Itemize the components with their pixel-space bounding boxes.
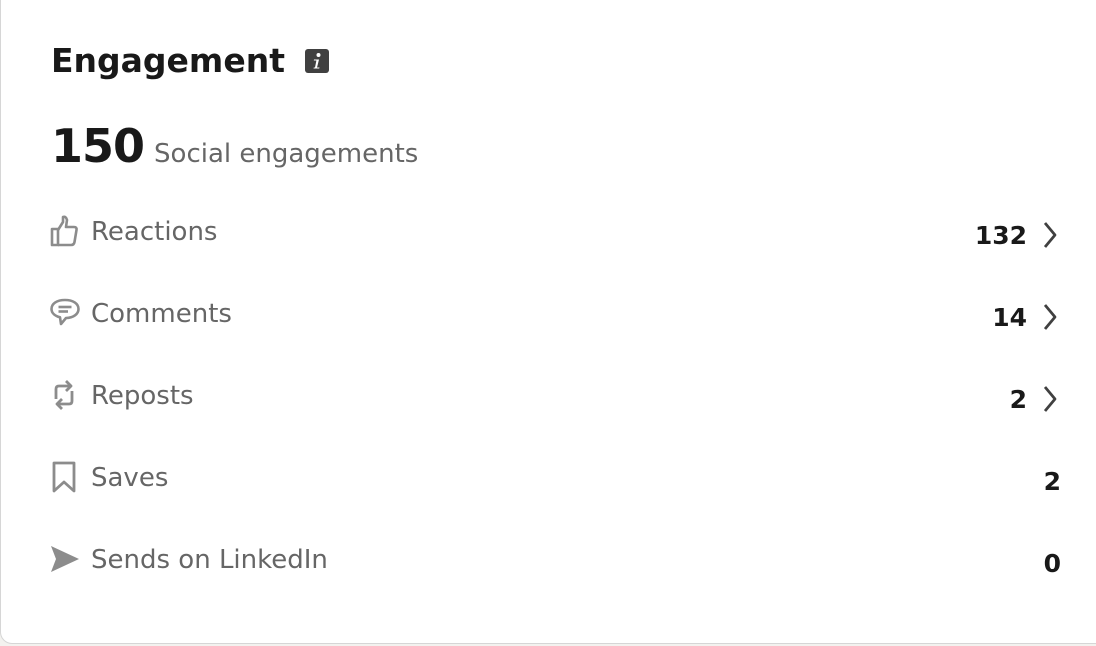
reposts-count: 2 (1009, 384, 1027, 414)
comments-row[interactable]: Comments 14 (49, 276, 1061, 358)
repost-icon (49, 377, 81, 413)
bookmark-icon (49, 459, 81, 495)
comments-count: 14 (992, 302, 1027, 332)
chevron-right-icon[interactable] (1041, 221, 1059, 249)
reposts-row[interactable]: Reposts 2 (49, 358, 1061, 440)
reposts-label: Reposts (91, 381, 194, 411)
sends-label: Sends on LinkedIn (91, 545, 328, 575)
saves-count-group: 2 (1044, 467, 1061, 496)
comment-icon (49, 295, 81, 331)
engagement-list: Reactions 132 Comments 14 Reposts 2 Save… (49, 194, 1061, 604)
info-icon[interactable] (304, 48, 329, 73)
engagement-summary: 150 Social engagements (51, 119, 418, 173)
saves-label: Saves (91, 463, 169, 493)
chevron-right-icon[interactable] (1041, 385, 1059, 413)
total-engagements-label: Social engagements (154, 139, 419, 169)
sends-count-group: 0 (1044, 549, 1061, 578)
saves-row: Saves 2 (49, 440, 1061, 522)
sends-row: Sends on LinkedIn 0 (49, 522, 1061, 604)
reactions-label: Reactions (91, 217, 218, 247)
comments-label: Comments (91, 299, 232, 329)
comments-count-group[interactable]: 14 (992, 303, 1061, 332)
reactions-row[interactable]: Reactions 132 (49, 194, 1061, 276)
card-header: Engagement (51, 41, 329, 80)
reposts-count-group[interactable]: 2 (1010, 385, 1061, 414)
chevron-right-icon[interactable] (1041, 303, 1059, 331)
reactions-count-group[interactable]: 132 (975, 221, 1061, 250)
saves-count: 2 (1043, 466, 1061, 496)
total-engagements-value: 150 (51, 119, 145, 173)
thumbs-up-icon (49, 213, 81, 249)
engagement-card: Engagement 150 Social engagements Reacti… (0, 0, 1096, 644)
reactions-count: 132 (974, 220, 1027, 250)
card-title: Engagement (51, 41, 285, 80)
send-icon (49, 541, 81, 577)
sends-count: 0 (1043, 548, 1061, 578)
